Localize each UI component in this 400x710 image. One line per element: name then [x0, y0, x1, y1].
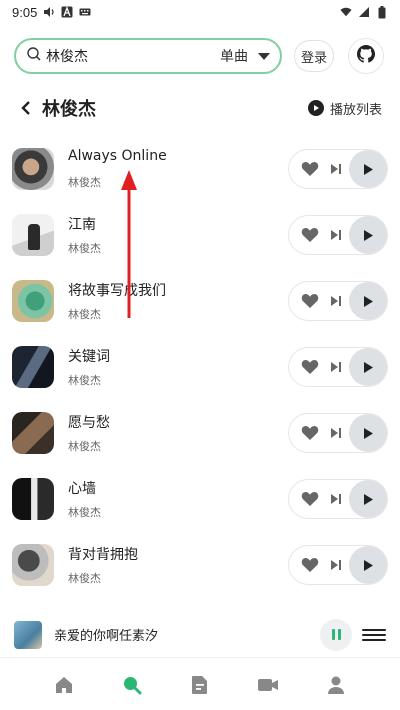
album-cover [12, 478, 54, 520]
document-icon[interactable] [188, 673, 212, 697]
next-track-icon[interactable] [327, 556, 345, 574]
song-controls [288, 281, 388, 321]
song-title: 江南 [68, 217, 96, 233]
song-row[interactable]: 心墙 林俊杰 [0, 466, 400, 532]
song-row[interactable]: 将故事写成我们 林俊杰 [0, 268, 400, 334]
song-title: Always Online [68, 148, 167, 164]
keyboard-icon [79, 6, 91, 18]
queue-menu-button[interactable] [362, 623, 386, 647]
song-artist: 林俊杰 [68, 242, 101, 255]
playlist-label: 播放列表 [329, 102, 382, 118]
heart-icon[interactable] [301, 490, 319, 508]
song-list: Always Online 林俊杰 江南 林俊杰 将故事写成我们 林俊杰 关键词… [0, 136, 400, 598]
next-track-icon[interactable] [327, 160, 345, 178]
song-title: 愿与愁 [68, 415, 110, 431]
page-title: 林俊杰 [42, 99, 96, 120]
play-button[interactable] [349, 150, 387, 188]
play-button[interactable] [349, 216, 387, 254]
now-playing-cover [14, 620, 42, 649]
heart-icon[interactable] [301, 424, 319, 442]
play-button[interactable] [349, 414, 387, 452]
album-cover [12, 214, 54, 256]
song-row[interactable]: Always Online 林俊杰 [0, 136, 400, 202]
play-button[interactable] [349, 348, 387, 386]
next-track-icon[interactable] [327, 424, 345, 442]
song-row[interactable]: 背对背拥抱 林俊杰 [0, 532, 400, 598]
play-circle-icon [307, 100, 324, 116]
next-track-icon[interactable] [327, 490, 345, 508]
album-cover [12, 148, 54, 190]
song-controls [288, 347, 388, 387]
album-cover [12, 412, 54, 454]
artist-header: 林俊杰 播放列表 [0, 88, 400, 128]
play-button[interactable] [349, 282, 387, 320]
next-track-icon[interactable] [327, 226, 345, 244]
pause-button[interactable] [320, 618, 352, 651]
playlist-button[interactable]: 播放列表 [307, 99, 382, 118]
github-icon [357, 45, 375, 67]
bottom-nav [0, 660, 400, 710]
wifi-icon [340, 6, 352, 18]
album-cover [12, 280, 54, 322]
play-button[interactable] [349, 480, 387, 518]
song-title: 背对背拥抱 [68, 547, 138, 563]
search-icon [26, 46, 42, 66]
search-row: 单曲 登录 [0, 34, 400, 78]
volume-icon [43, 6, 55, 18]
play-button[interactable] [349, 546, 387, 584]
search-input[interactable] [46, 48, 220, 64]
github-button[interactable] [348, 38, 384, 74]
battery-icon [376, 5, 388, 18]
heart-icon[interactable] [301, 226, 319, 244]
song-controls [288, 215, 388, 255]
song-controls [288, 149, 388, 189]
back-arrow-icon[interactable] [18, 100, 34, 116]
heart-icon[interactable] [301, 160, 319, 178]
now-playing-title: 亲爱的你啊任素汐 [54, 629, 159, 644]
user-icon[interactable] [324, 673, 348, 697]
search-type-label: 单曲 [220, 49, 248, 65]
next-track-icon[interactable] [327, 292, 345, 310]
next-track-icon[interactable] [327, 358, 345, 376]
song-artist: 林俊杰 [68, 176, 101, 189]
search-box[interactable]: 单曲 [14, 38, 282, 74]
album-cover [12, 544, 54, 586]
menu-icon [362, 628, 386, 631]
heart-icon[interactable] [301, 556, 319, 574]
annotation-arrow [121, 170, 137, 318]
album-cover [12, 346, 54, 388]
pause-icon [331, 629, 335, 640]
font-a-icon [61, 6, 73, 18]
song-controls [288, 479, 388, 519]
song-artist: 林俊杰 [68, 374, 101, 387]
song-row[interactable]: 江南 林俊杰 [0, 202, 400, 268]
status-bar: 9:05 [0, 0, 400, 24]
signal-icon [358, 6, 370, 18]
song-artist: 林俊杰 [68, 440, 101, 453]
video-icon[interactable] [256, 673, 280, 697]
login-button[interactable]: 登录 [294, 40, 334, 72]
status-time: 9:05 [12, 4, 38, 20]
song-artist: 林俊杰 [68, 506, 101, 519]
heart-icon[interactable] [301, 358, 319, 376]
mini-player[interactable]: 亲爱的你啊任素汐 [0, 612, 400, 658]
song-row[interactable]: 关键词 林俊杰 [0, 334, 400, 400]
search-icon[interactable] [120, 673, 144, 697]
dropdown-arrow-icon [258, 52, 270, 60]
search-type-select[interactable]: 单曲 [220, 46, 270, 66]
song-title: 心墙 [68, 481, 96, 497]
song-title: 将故事写成我们 [68, 283, 166, 299]
home-icon[interactable] [52, 673, 76, 697]
song-controls [288, 545, 388, 585]
song-artist: 林俊杰 [68, 308, 101, 321]
song-controls [288, 413, 388, 453]
song-title: 关键词 [68, 349, 110, 365]
song-row[interactable]: 愿与愁 林俊杰 [0, 400, 400, 466]
song-artist: 林俊杰 [68, 572, 101, 585]
heart-icon[interactable] [301, 292, 319, 310]
